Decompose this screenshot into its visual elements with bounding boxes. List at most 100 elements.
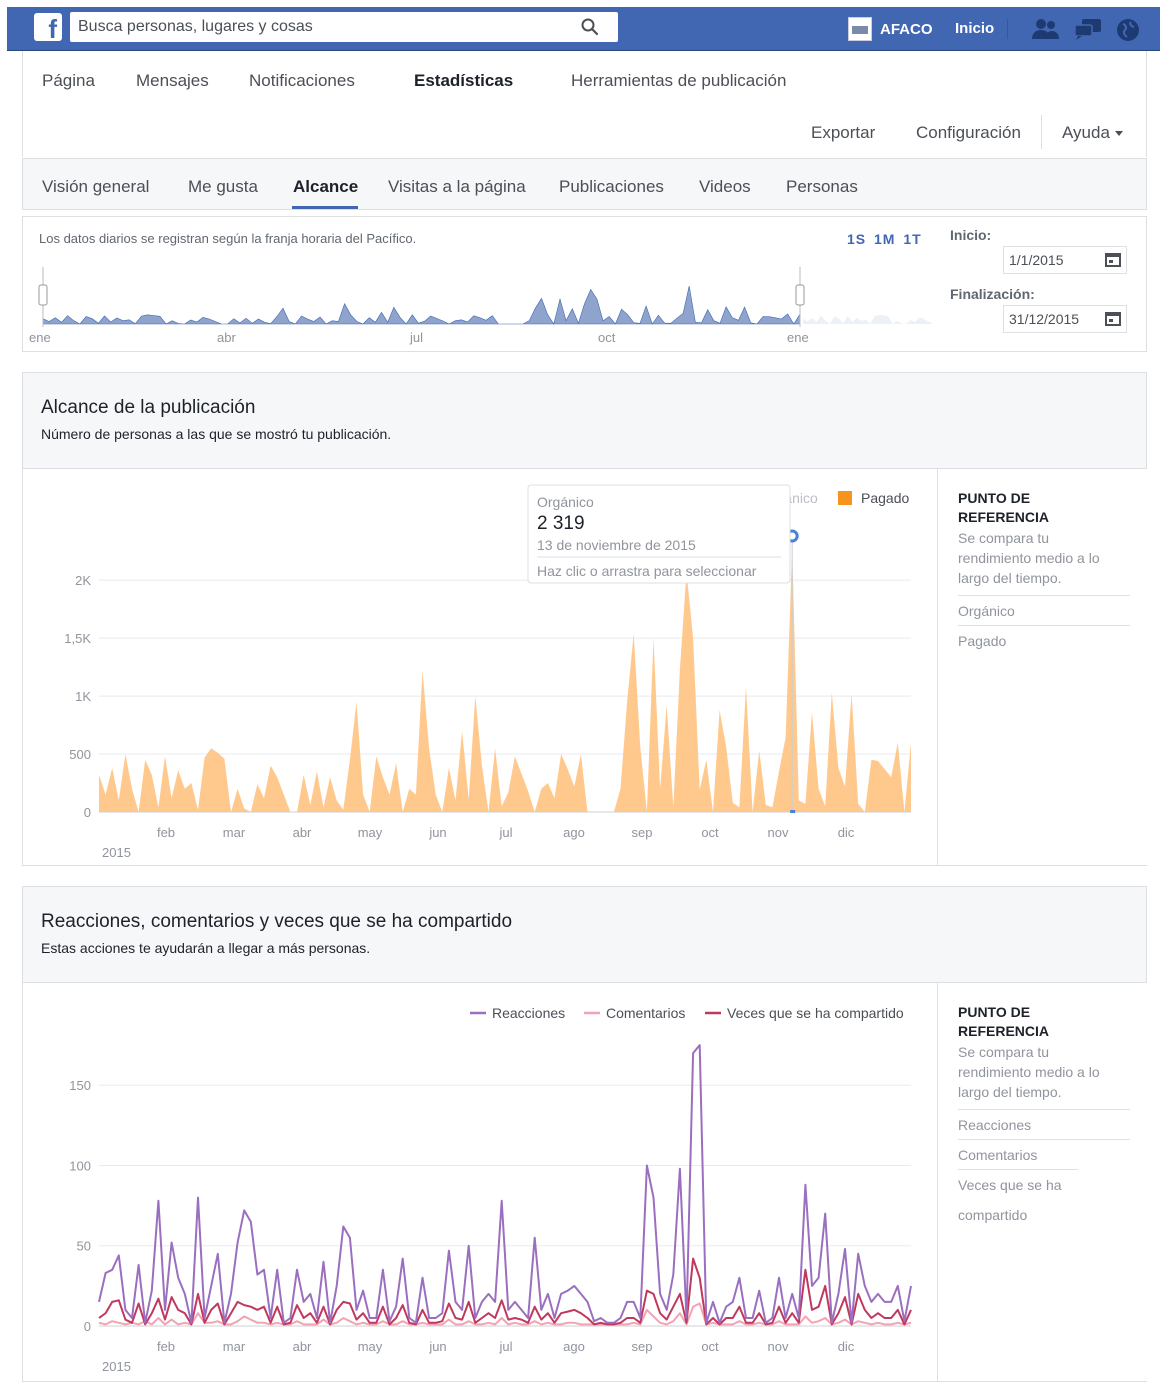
overview-label-ene-2: ene — [787, 330, 809, 345]
benchmark-option-organico[interactable]: Orgánico — [958, 595, 1130, 620]
tab-publicaciones[interactable]: Publicaciones — [559, 177, 664, 197]
engagement-benchmark-panel: PUNTO DE REFERENCIA Se compara tu rendim… — [937, 983, 1148, 1381]
reach-card: Alcance de la publicación Número de pers… — [22, 372, 1148, 866]
x-tick-label: mar — [223, 1339, 246, 1354]
y-tick-label: 100 — [69, 1158, 91, 1173]
home-link[interactable]: Inicio — [955, 15, 994, 43]
engagement-chart[interactable]: 0 50 100 150 feb mar abr may jun jul ago sep oct nov d… — [23, 983, 937, 1381]
overview-unselected-mask — [801, 265, 935, 327]
range-handle-left[interactable] — [38, 284, 48, 306]
end-label: Finalización: — [950, 286, 1035, 302]
tab-me-gusta[interactable]: Me gusta — [188, 177, 258, 197]
engagement-card-header: Reacciones, comentarios y veces que se h… — [23, 887, 1146, 983]
help-label: Ayuda — [1062, 123, 1110, 142]
settings-button[interactable]: Configuración — [916, 123, 1021, 143]
benchmark-description: Se compara tu rendimiento medio a lo lar… — [958, 530, 1100, 586]
help-dropdown[interactable]: Ayuda — [1062, 123, 1123, 143]
zoom-buttons[interactable]: 1S 1M 1T — [847, 231, 922, 247]
x-tick-label: sep — [632, 825, 653, 840]
y-tick-label: 1K — [75, 689, 91, 704]
reach-tooltip: Orgánico 2 319 13 de noviembre de 2015 Haz … — [527, 484, 791, 584]
page-profile-link[interactable]: AFACO — [848, 15, 933, 43]
nav-notificaciones[interactable]: Notificaciones — [249, 71, 355, 91]
search-icon — [581, 18, 599, 36]
nav-mensajes[interactable]: Mensajes — [136, 71, 209, 91]
x-tick-label: abr — [293, 825, 312, 840]
legend-label-0: Reacciones — [492, 1005, 565, 1021]
facebook-logo-icon[interactable]: f — [34, 13, 62, 41]
series-line-0 — [98, 1044, 912, 1324]
x-tick-label: jun — [428, 1339, 446, 1354]
chevron-down-icon — [1114, 131, 1123, 137]
x-tick-label: abr — [293, 1339, 312, 1354]
legend-swatch-pagado[interactable] — [838, 491, 852, 505]
overview-chart[interactable]: ene abr jul oct ene — [23, 257, 935, 349]
export-button[interactable]: Exportar — [811, 123, 875, 143]
messages-icon[interactable] — [1073, 17, 1103, 41]
search-input[interactable] — [70, 12, 570, 42]
search-button[interactable] — [562, 12, 618, 42]
benchmark-option-comentarios[interactable]: Comentarios — [958, 1139, 1130, 1164]
x-tick-label: jul — [498, 825, 512, 840]
benchmark-option-reacciones[interactable]: Reacciones — [958, 1109, 1130, 1134]
benchmark-title: PUNTO DE REFERENCIA — [958, 490, 1050, 525]
organic-reach-area — [99, 547, 911, 812]
x-tick-label: dic — [838, 825, 855, 840]
x-tick-label: nov — [768, 1339, 789, 1354]
benchmark-option-pagado[interactable]: Pagado — [958, 625, 1130, 650]
tab-personas[interactable]: Personas — [786, 177, 858, 197]
x-tick-label: sep — [632, 1339, 653, 1354]
engagement-title: Reacciones, comentarios y veces que se h… — [41, 911, 513, 932]
y-tick-label: 50 — [77, 1239, 91, 1254]
engagement-subtitle: Estas acciones te ayudarán a llegar a má… — [41, 940, 371, 956]
tooltip-value: 2 319 — [537, 513, 585, 534]
tab-vision-general[interactable]: Visión general — [42, 177, 149, 197]
timezone-note: Los datos diarios se registran según la … — [39, 231, 417, 246]
nav-pagina[interactable]: Página — [42, 71, 95, 91]
insights-page: { "topbar": { "search_placeholder": "Bus… — [0, 0, 1161, 1384]
end-date-field[interactable]: 31/12/2015 — [1003, 305, 1127, 333]
benchmark-option-compartido[interactable]: Veces que se ha compartido — [958, 1169, 1078, 1230]
active-tab-indicator — [292, 206, 358, 209]
nav-estadisticas[interactable]: Estadísticas — [414, 71, 513, 91]
overview-label-oct: oct — [598, 330, 616, 345]
overview-label-abr: abr — [217, 330, 236, 345]
notifications-globe-icon[interactable] — [1115, 17, 1141, 43]
legend-label-pagado: Pagado — [861, 490, 909, 506]
page-thumbnail — [848, 17, 872, 41]
start-date-value: 1/1/2015 — [1009, 252, 1064, 268]
reach-subtitle: Número de personas a las que se mostró t… — [41, 426, 392, 442]
x-tick-label: oct — [701, 1339, 719, 1354]
overview-label-jul: jul — [409, 330, 423, 345]
reach-card-header: Alcance de la publicación Número de pers… — [23, 373, 1146, 469]
x-tick-label: may — [358, 1339, 383, 1354]
nav-separator — [1041, 115, 1042, 149]
y-tick-label: 2K — [75, 573, 91, 588]
end-date-value: 31/12/2015 — [1009, 311, 1080, 327]
topbar-divider — [1007, 19, 1008, 39]
start-label: Inicio: — [950, 227, 992, 243]
overview-area — [42, 285, 801, 325]
hover-baseline-marker — [790, 810, 796, 813]
tab-videos[interactable]: Videos — [699, 177, 751, 197]
x-tick-label: jul — [498, 1339, 512, 1354]
x-tick-label: ago — [563, 825, 585, 840]
x-axis-year-label: 2015 — [102, 845, 131, 860]
friend-requests-icon[interactable] — [1031, 17, 1061, 41]
tooltip-series: Orgánico — [537, 494, 594, 510]
range-handle-right[interactable] — [795, 284, 805, 306]
x-tick-label: dic — [838, 1339, 855, 1354]
start-date-field[interactable]: 1/1/2015 — [1003, 246, 1127, 274]
calendar-icon[interactable] — [1105, 312, 1121, 326]
x-tick-label: feb — [157, 1339, 175, 1354]
calendar-icon[interactable] — [1105, 253, 1121, 267]
legend-label-2: Veces que se ha compartido — [727, 1005, 904, 1021]
insights-tabs: Visión general Me gusta Alcance Visitas … — [22, 158, 1147, 210]
y-tick-label: 500 — [69, 747, 91, 762]
tab-alcance[interactable]: Alcance — [293, 177, 358, 197]
tab-visitas[interactable]: Visitas a la página — [388, 177, 526, 197]
tooltip-date: 13 de noviembre de 2015 — [537, 537, 696, 553]
reach-chart[interactable]: 0 500 1K 1,5K 2K feb mar abr may jun jul ago sep oct n… — [23, 469, 937, 865]
x-axis-year-label: 2015 — [102, 1359, 131, 1374]
nav-herramientas[interactable]: Herramientas de publicación — [571, 71, 786, 91]
